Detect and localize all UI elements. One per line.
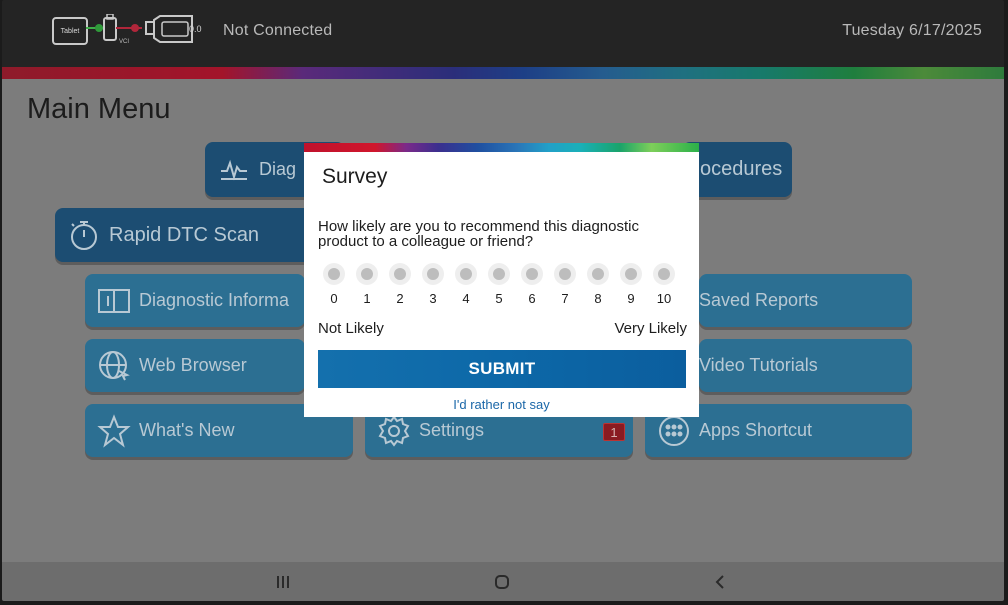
status-bar: Tablet VCI 0.0 Not Connected Tuesday 6/1… [2,0,1004,67]
tablet-label: Tablet [60,27,80,35]
rating-label: 1 [363,291,371,306]
decline-survey-link[interactable]: I'd rather not say [304,397,699,412]
radio-button[interactable] [554,263,576,285]
dialog-title: Survey [322,165,388,188]
rating-option[interactable]: 0 [321,263,347,306]
tablet-icon: Tablet [52,17,88,45]
rapid-dtc-scan-tile[interactable]: Rapid DTC Scan [55,208,315,262]
rating-label: 3 [429,291,437,306]
navigation-bar [2,562,1004,601]
rating-option[interactable]: 5 [486,263,512,306]
rating-label: 9 [627,291,635,306]
radio-button[interactable] [323,263,345,285]
scale-low-label: Not Likely [318,320,384,337]
radio-button[interactable] [653,263,675,285]
radio-button[interactable] [422,263,444,285]
radio-button[interactable] [587,263,609,285]
submit-button[interactable]: SUBMIT [318,350,686,388]
survey-question: How likely are you to recommend this dia… [318,218,639,250]
dialog-brand-stripe [304,143,699,152]
saved-reports-tile[interactable]: Saved Reports [699,274,912,327]
rating-option[interactable]: 4 [453,263,479,306]
rating-label: 2 [396,291,404,306]
grid-dots-icon [657,414,691,448]
tile-label: Apps Shortcut [699,420,813,440]
home-icon[interactable] [492,572,512,592]
tile-label: ocedures [700,158,783,180]
tile-label: Settings [419,420,485,440]
rating-label: 4 [462,291,470,306]
rating-label: 10 [656,291,672,306]
diagnostic-information-tile[interactable]: Diagnostic Informa [85,274,305,327]
globe-cursor-icon [97,349,131,383]
radio-button[interactable] [620,263,642,285]
back-icon[interactable] [710,572,730,592]
rating-label: 6 [528,291,536,306]
voltage-readout: 0.0 [189,24,202,34]
rating-label: 5 [495,291,503,306]
tile-label: Rapid DTC Scan [109,223,260,246]
video-tutorials-tile[interactable]: Video Tutorials [699,339,912,392]
rating-option[interactable]: 6 [519,263,545,306]
connection-status: Not Connected [223,22,333,39]
tile-label: Saved Reports [699,290,819,310]
rating-label: 0 [330,291,338,306]
radio-button[interactable] [521,263,543,285]
rating-option[interactable]: 3 [420,263,446,306]
tile-label: Diag [259,159,297,179]
tile-label: Diagnostic Informa [139,290,290,310]
book-icon [97,284,131,318]
radio-button[interactable] [488,263,510,285]
vci-label: VCI [119,39,130,45]
notification-badge: 1 [603,423,625,441]
tile-label: Video Tutorials [699,355,818,375]
date-display: Tuesday 6/17/2025 [842,22,982,39]
gear-icon [377,414,411,448]
survey-dialog: Survey How likely are you to recommend t… [304,143,699,417]
rating-option[interactable]: 7 [552,263,578,306]
star-icon [97,413,131,448]
rating-option[interactable]: 8 [585,263,611,306]
rating-option[interactable]: 9 [618,263,644,306]
radio-button[interactable] [455,263,477,285]
recents-icon[interactable] [273,572,293,592]
rating-scale: 0 1 2 3 4 5 6 7 8 9 10 [318,263,688,313]
rating-option[interactable]: 2 [387,263,413,306]
stopwatch-icon [67,218,101,252]
tile-label: What's New [139,420,235,440]
brand-stripe [2,67,1004,79]
tile-label: Web Browser [139,355,247,375]
page-title: Main Menu [27,93,171,125]
radio-button[interactable] [356,263,378,285]
scale-high-label: Very Likely [614,320,687,337]
waveform-icon [217,153,251,187]
app-window: Tablet VCI 0.0 Not Connected Tuesday 6/1… [2,0,1004,601]
rating-label: 7 [561,291,569,306]
rating-option[interactable]: 10 [651,263,677,306]
web-browser-tile[interactable]: Web Browser [85,339,305,392]
rating-label: 8 [594,291,602,306]
radio-button[interactable] [389,263,411,285]
rating-option[interactable]: 1 [354,263,380,306]
